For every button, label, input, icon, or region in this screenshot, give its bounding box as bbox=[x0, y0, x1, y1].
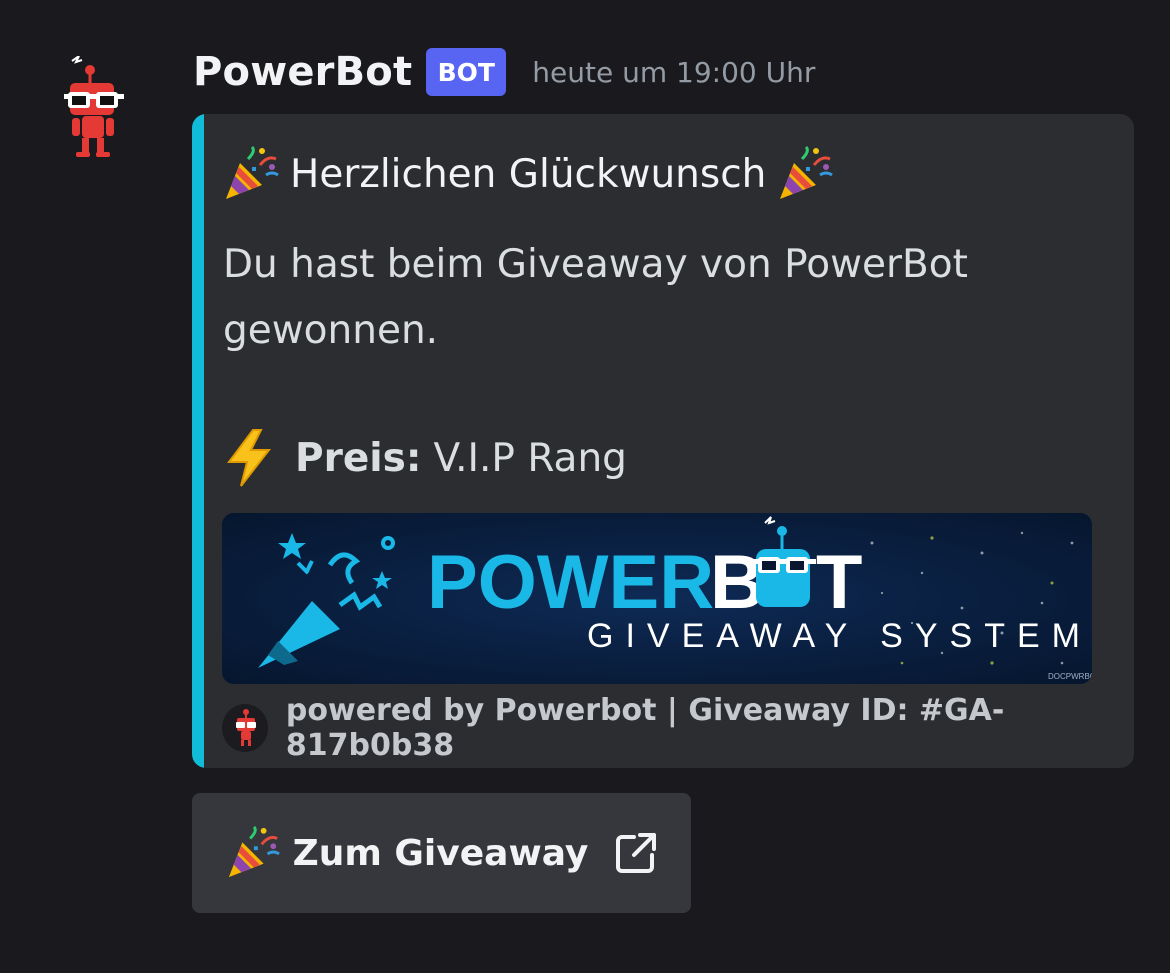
button-label: Zum Giveaway bbox=[292, 832, 589, 874]
lightning-icon bbox=[227, 429, 272, 487]
giveaway-banner-image[interactable]: POWER B T GIVEAWAY SYSTEM DOCPWRBOT bbox=[222, 513, 1092, 684]
message-timestamp[interactable]: heute um 19:00 Uhr bbox=[532, 56, 815, 89]
robot-mascot-icon bbox=[64, 55, 124, 157]
author-name[interactable]: PowerBot bbox=[193, 49, 412, 95]
external-link-icon bbox=[616, 833, 657, 873]
prize-line: Preis: V.I.P Rang bbox=[223, 426, 627, 490]
prize-value: V.I.P Rang bbox=[433, 435, 627, 481]
banner-graphic: POWER B T GIVEAWAY SYSTEM DOCPWRBOT bbox=[222, 513, 1092, 684]
message-header: PowerBot BOT heute um 19:00 Uhr bbox=[193, 44, 815, 100]
prize-label: Preis: bbox=[295, 435, 422, 481]
embed-title: Herzlichen Glückwunsch bbox=[222, 144, 834, 204]
embed-accent-bar bbox=[192, 114, 204, 768]
banner-credit: DOCPWRBOT bbox=[1048, 672, 1092, 681]
footer-text: powered by Powerbot | Giveaway ID: #GA-8… bbox=[285, 693, 1005, 763]
bot-avatar[interactable] bbox=[62, 55, 126, 160]
chat-message: PowerBot BOT heute um 19:00 Uhr Herzlich… bbox=[0, 0, 1170, 973]
footer-avatar-icon bbox=[222, 704, 268, 752]
party-popper-icon bbox=[226, 145, 279, 199]
giveaway-embed: Herzlichen Glückwunsch Du hast beim Give… bbox=[192, 114, 1134, 768]
party-popper-icon bbox=[780, 145, 834, 199]
banner-brand-t: T bbox=[816, 540, 862, 625]
party-popper-icon bbox=[228, 825, 280, 878]
embed-title-text: Herzlichen Glückwunsch bbox=[290, 151, 767, 197]
embed-description: Du hast beim Giveaway von PowerBot gewon… bbox=[223, 242, 968, 353]
banner-subtitle: GIVEAWAY SYSTEM bbox=[587, 617, 1092, 655]
banner-brand-power: POWER bbox=[427, 540, 714, 625]
zum-giveaway-button[interactable]: Zum Giveaway bbox=[192, 793, 691, 913]
bot-badge: BOT bbox=[426, 48, 507, 96]
embed-footer: powered by Powerbot | Giveaway ID: #GA-8… bbox=[222, 693, 1134, 763]
